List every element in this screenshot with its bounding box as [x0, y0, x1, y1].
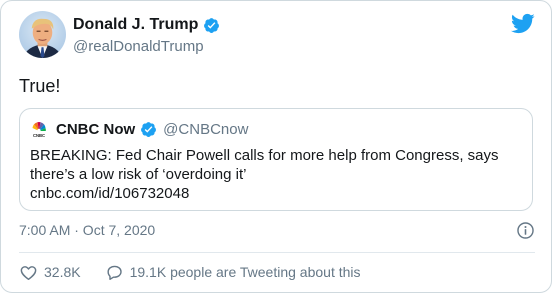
- verified-badge-icon: [204, 17, 220, 33]
- verified-badge-icon: [141, 121, 157, 137]
- like-button[interactable]: 32.8K: [19, 263, 81, 282]
- quoted-tweet-link[interactable]: cnbc.com/id/106732048: [30, 185, 189, 202]
- tweet-actions: 32.8K 19.1K people are Tweeting about th…: [19, 262, 361, 282]
- timestamp-row: 7:00 AM · Oct 7, 2020: [19, 221, 535, 241]
- cnbc-peacock-logo: CNBC: [29, 119, 49, 139]
- speech-bubble-icon: [107, 265, 122, 280]
- cnbc-avatar[interactable]: CNBC: [29, 119, 49, 139]
- author-name[interactable]: Donald J. Trump: [73, 16, 198, 34]
- conversation-button[interactable]: 19.1K people are Tweeting about this: [105, 263, 361, 282]
- quoted-tweet-card[interactable]: CNBC CNBC Now @CNBCnow BREAKING: Fed Cha…: [19, 108, 533, 211]
- author-name-row[interactable]: Donald J. Trump: [73, 15, 220, 35]
- svg-text:CNBC: CNBC: [33, 133, 45, 138]
- divider: [19, 252, 535, 253]
- quoted-author-handle[interactable]: @CNBCnow: [163, 121, 248, 138]
- info-icon[interactable]: [516, 221, 535, 240]
- twitter-bird-icon[interactable]: [510, 11, 535, 36]
- tweet-timestamp[interactable]: 7:00 AM · Oct 7, 2020: [19, 222, 155, 238]
- author-handle[interactable]: @realDonaldTrump: [73, 38, 204, 55]
- quoted-author-name[interactable]: CNBC Now: [56, 121, 135, 138]
- quoted-tweet-text: BREAKING: Fed Chair Powell calls for mor…: [30, 147, 499, 183]
- tweet-text: True!: [19, 76, 61, 96]
- quoted-tweet-header[interactable]: CNBC CNBC Now @CNBCnow: [29, 118, 248, 140]
- tweet-card[interactable]: Donald J. Trump @realDonaldTrump True! C…: [0, 0, 552, 293]
- avatar-image: [19, 11, 66, 58]
- like-count: 32.8K: [44, 264, 81, 280]
- heart-icon: [20, 265, 37, 280]
- author-avatar[interactable]: [19, 11, 66, 58]
- quoted-tweet-body: BREAKING: Fed Chair Powell calls for mor…: [30, 146, 524, 203]
- conversation-text: 19.1K people are Tweeting about this: [129, 264, 361, 280]
